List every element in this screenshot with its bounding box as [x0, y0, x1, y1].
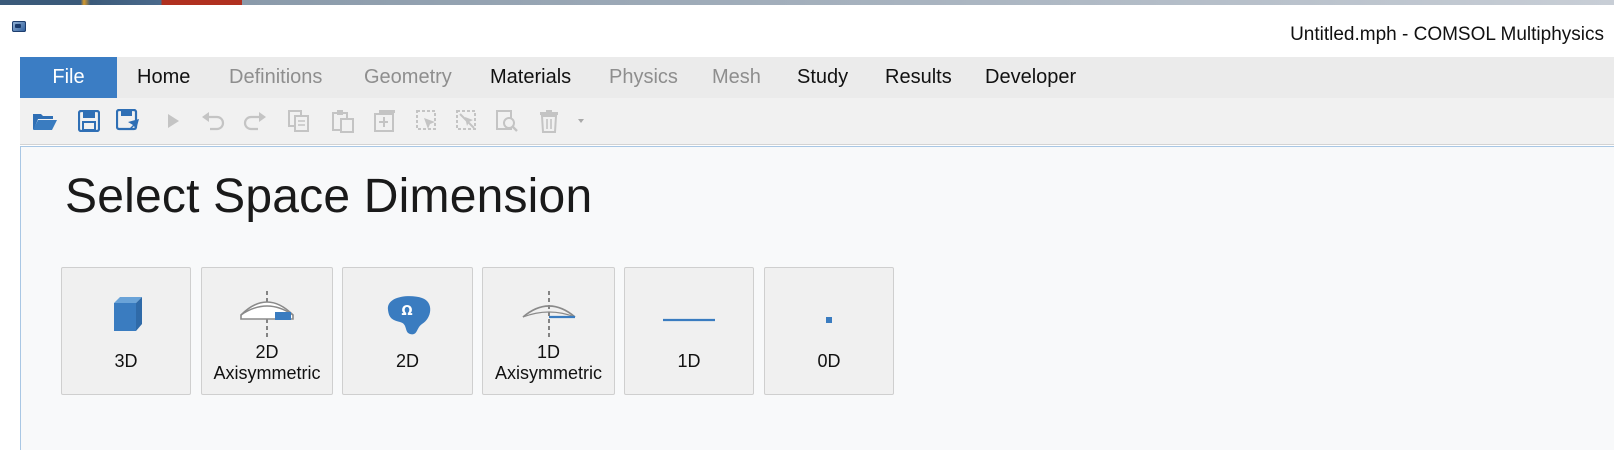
dimension-label: 2D — [395, 351, 419, 371]
deselect-icon[interactable] — [454, 108, 480, 134]
undo-icon[interactable] — [200, 108, 226, 134]
app-logo-icon[interactable] — [12, 21, 26, 32]
tab-study[interactable]: Study — [797, 57, 848, 98]
tab-file[interactable]: File — [20, 57, 117, 98]
dimension-label: 2D Axisymmetric — [202, 342, 332, 384]
svg-text:Ω: Ω — [401, 304, 412, 319]
title-bar: Untitled.mph - COMSOL Multiphysics — [0, 5, 1614, 57]
tab-results[interactable]: Results — [885, 57, 952, 98]
duplicate-icon[interactable] — [372, 108, 398, 134]
dimension-1d-button[interactable]: 1D — [624, 267, 754, 395]
find-icon[interactable] — [494, 108, 520, 134]
dimension-label: 1D Axisymmetric — [483, 342, 614, 384]
open-icon[interactable] — [32, 108, 58, 134]
point-0d-icon — [765, 294, 893, 334]
paste-icon[interactable] — [330, 108, 356, 134]
axisymmetric-2d-icon — [202, 291, 332, 337]
tab-geometry[interactable]: Geometry — [364, 57, 452, 98]
dimension-label: 1D — [677, 351, 701, 371]
dimension-2d-axisymmetric-button[interactable]: 2D Axisymmetric — [201, 267, 333, 395]
save-as-icon[interactable] — [116, 108, 142, 134]
tab-home[interactable]: Home — [137, 57, 190, 98]
tab-physics[interactable]: Physics — [609, 57, 678, 98]
window-title: Untitled.mph - COMSOL Multiphysics — [1290, 24, 1604, 45]
customize-dropdown-icon[interactable] — [573, 108, 589, 134]
dimension-label-line1: 2D — [255, 342, 279, 362]
cube-3d-icon — [62, 294, 190, 334]
select-icon[interactable] — [414, 108, 440, 134]
copy-icon[interactable] — [286, 108, 312, 134]
dimension-label: 3D — [114, 351, 138, 371]
run-icon[interactable] — [160, 108, 186, 134]
dimension-3d-button[interactable]: 3D — [61, 267, 191, 395]
line-1d-icon — [625, 294, 753, 334]
tab-mesh[interactable]: Mesh — [712, 57, 761, 98]
dimension-label-line2: Axisymmetric — [495, 363, 602, 383]
dimension-1d-axisymmetric-button[interactable]: 1D Axisymmetric — [482, 267, 615, 395]
tab-developer[interactable]: Developer — [985, 57, 1076, 98]
quick-access-toolbar — [20, 98, 1614, 145]
dimension-label-line1: 1D — [536, 342, 560, 362]
redo-icon[interactable] — [242, 108, 268, 134]
tab-materials[interactable]: Materials — [490, 57, 571, 98]
space-dimension-panel: Select Space Dimension 3D 2D Axisymmetri… — [20, 146, 1614, 450]
dimension-label: 0D — [817, 351, 841, 371]
page-title: Select Space Dimension — [65, 170, 593, 223]
dimension-label-line2: Axisymmetric — [213, 363, 321, 383]
ribbon-tab-bar: File Home Definitions Geometry Materials… — [20, 57, 1614, 98]
delete-icon[interactable] — [536, 108, 562, 134]
omega-2d-icon: Ω — [343, 294, 472, 335]
dimension-2d-button[interactable]: Ω 2D — [342, 267, 473, 395]
dimension-0d-button[interactable]: 0D — [764, 267, 894, 395]
save-icon[interactable] — [76, 108, 102, 134]
tab-definitions[interactable]: Definitions — [229, 57, 322, 98]
axisymmetric-1d-icon — [483, 291, 614, 337]
